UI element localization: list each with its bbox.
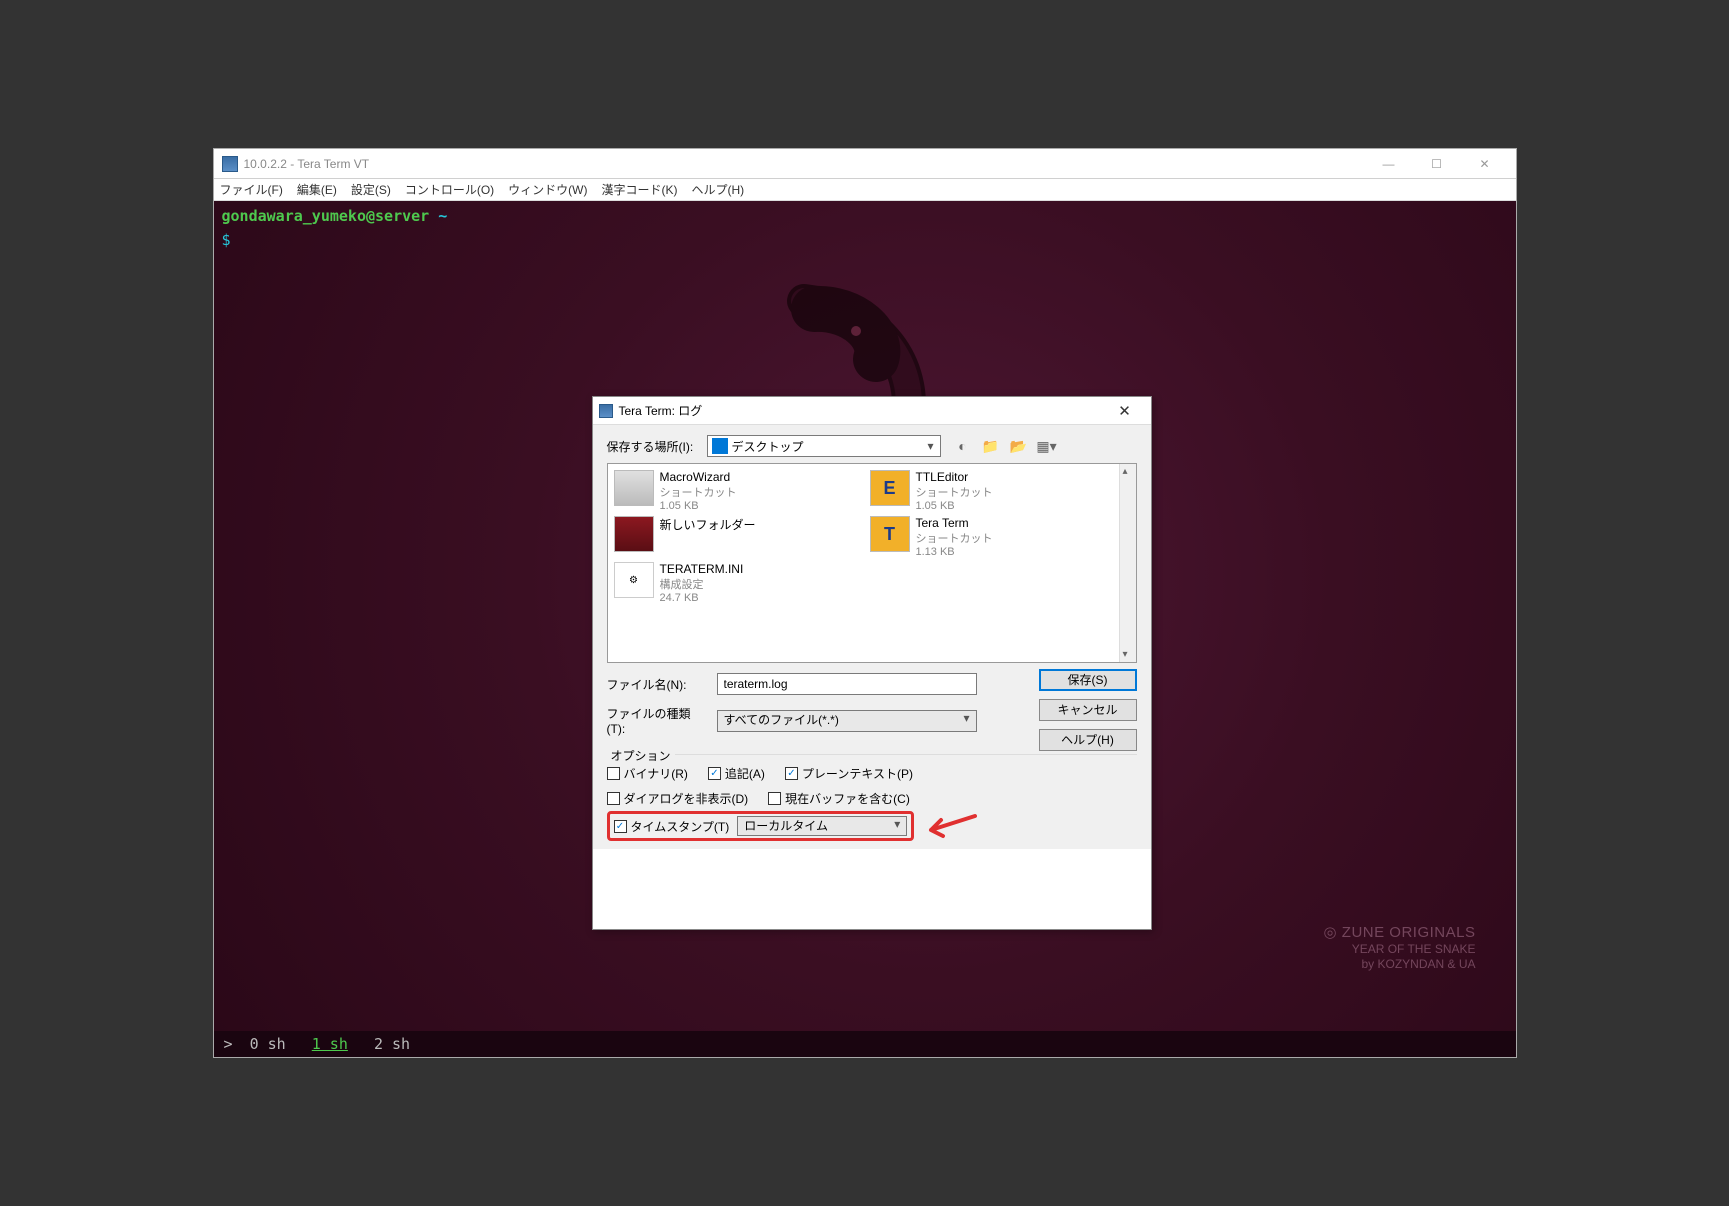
file-item[interactable]: T Tera Termショートカット1.13 KB (870, 516, 1110, 558)
filetype-label: ファイルの種類(T): (607, 705, 707, 736)
checkbox-icon: ✓ (708, 767, 721, 780)
menu-control[interactable]: コントロール(O) (405, 181, 494, 198)
save-button[interactable]: 保存(S) (1039, 669, 1137, 691)
nav-newfolder-icon[interactable]: 📂 (1009, 436, 1029, 456)
status-shell-2[interactable]: 2 sh (374, 1035, 410, 1053)
desktop-icon (712, 438, 728, 454)
status-bar: > 0 sh 1 sh 2 sh (214, 1031, 1516, 1057)
dialog-title: Tera Term: ログ (619, 402, 703, 419)
timestamp-format-select[interactable]: ローカルタイム (737, 816, 907, 836)
filename-label: ファイル名(N): (607, 676, 707, 693)
terminal-prompt-line: gondawara_yumeko@server ~ (214, 201, 1516, 231)
save-location-label: 保存する場所(I): (607, 438, 707, 455)
menu-help[interactable]: ヘルプ(H) (691, 181, 744, 198)
app-window: 10.0.2.2 - Tera Term VT — ☐ ✕ ファイル(F) 編集… (214, 149, 1516, 1057)
folder-icon (614, 516, 654, 552)
close-button[interactable]: ✕ (1462, 150, 1508, 178)
titlebar: 10.0.2.2 - Tera Term VT — ☐ ✕ (214, 149, 1516, 179)
help-button[interactable]: ヘルプ(H) (1039, 729, 1137, 751)
file-item[interactable]: 新しいフォルダー (614, 516, 854, 558)
option-plaintext[interactable]: ✓プレーンテキスト(P) (785, 765, 913, 782)
filetype-select[interactable]: すべてのファイル(*.*) (717, 710, 977, 732)
dialog-close-button[interactable]: ✕ (1105, 402, 1145, 420)
file-list-scrollbar[interactable] (1119, 464, 1136, 662)
checkbox-icon (607, 767, 620, 780)
wallpaper-watermark: ◎ ZUNE ORIGINALS YEAR OF THE SNAKE by KO… (1324, 924, 1476, 971)
prompt-symbol: $ (214, 231, 1516, 249)
save-location-select[interactable]: デスクトップ (707, 435, 941, 457)
maximize-button[interactable]: ☐ (1414, 150, 1460, 178)
prompt-user: gondawara_yumeko (222, 207, 367, 225)
app-icon (222, 156, 238, 172)
nav-up-icon[interactable]: 📁 (981, 436, 1001, 456)
file-item[interactable]: ⚙ TERATERM.INI構成設定24.7 KB (614, 562, 854, 604)
nav-view-icon[interactable]: ▦▾ (1037, 436, 1057, 456)
filename-input[interactable] (717, 673, 977, 695)
option-include-buffer[interactable]: 現在バッファを含む(C) (768, 790, 910, 807)
annotation-arrow-icon (917, 810, 977, 842)
file-item[interactable]: E TTLEditorショートカット1.05 KB (870, 470, 1110, 512)
shortcut-icon: T (870, 516, 910, 552)
option-append[interactable]: ✓追記(A) (708, 765, 765, 782)
nav-back-icon[interactable]: ◐ (953, 436, 973, 456)
dialog-titlebar: Tera Term: ログ ✕ (593, 397, 1151, 425)
menu-edit[interactable]: 編集(E) (297, 181, 337, 198)
checkbox-icon (768, 792, 781, 805)
menu-setup[interactable]: 設定(S) (351, 181, 391, 198)
file-list[interactable]: MacroWizardショートカット1.05 KB E TTLEditorショー… (607, 463, 1137, 663)
ini-file-icon: ⚙ (614, 562, 654, 598)
option-timestamp[interactable]: ✓タイムスタンプ(T) (614, 818, 730, 835)
options-group: オプション バイナリ(R) ✓追記(A) ✓プレーンテキスト(P) ダイアログを… (607, 754, 1137, 841)
status-shell-1-active[interactable]: 1 sh (312, 1035, 348, 1053)
menubar: ファイル(F) 編集(E) 設定(S) コントロール(O) ウィンドウ(W) 漢… (214, 179, 1516, 201)
option-hide-dialog[interactable]: ダイアログを非表示(D) (607, 790, 749, 807)
checkbox-icon (607, 792, 620, 805)
minimize-button[interactable]: — (1366, 150, 1412, 178)
cancel-button[interactable]: キャンセル (1039, 699, 1137, 721)
menu-kanji[interactable]: 漢字コード(K) (601, 181, 677, 198)
dialog-app-icon (599, 404, 613, 418)
file-item[interactable]: MacroWizardショートカット1.05 KB (614, 470, 854, 512)
shortcut-icon (614, 470, 654, 506)
menu-window[interactable]: ウィンドウ(W) (508, 181, 587, 198)
checkbox-icon: ✓ (785, 767, 798, 780)
window-title: 10.0.2.2 - Tera Term VT (244, 157, 370, 171)
log-save-dialog: Tera Term: ログ ✕ 保存する場所(I): デスクトップ ◐ 📁 📂 … (592, 396, 1152, 930)
prompt-host: server (375, 207, 429, 225)
menu-file[interactable]: ファイル(F) (220, 181, 283, 198)
shortcut-icon: E (870, 470, 910, 506)
options-label: オプション (607, 747, 675, 764)
option-binary[interactable]: バイナリ(R) (607, 765, 688, 782)
timestamp-highlight-annotation: ✓タイムスタンプ(T) ローカルタイム (607, 811, 915, 841)
status-shell-0[interactable]: 0 sh (250, 1035, 286, 1053)
checkbox-icon: ✓ (614, 820, 627, 833)
